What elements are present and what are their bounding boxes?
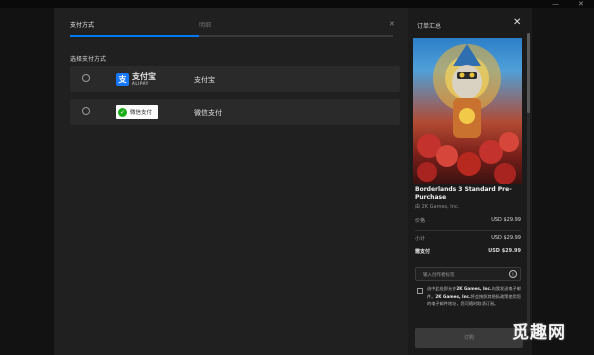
total-value: USD $29.99 <box>488 248 521 254</box>
checkout-panel: 支付方式 明细 ✕ 选择支付方式 支 支付宝 ALIPAY 支付宝 ✓ 微信支付… <box>54 8 409 355</box>
wechat-label: 微信支付 <box>194 109 222 117</box>
minimize-button[interactable]: — <box>552 0 559 8</box>
scrollbar-thumb[interactable] <box>527 33 530 113</box>
step-payment-method[interactable]: 支付方式 <box>70 22 94 29</box>
place-order-button[interactable]: 订购 <box>415 328 523 348</box>
price-row: 价格 USD $29.99 <box>415 217 521 224</box>
alipay-logo-cn: 支付宝 <box>132 72 156 81</box>
payment-method-heading: 选择支付方式 <box>70 56 107 63</box>
summary-close-icon[interactable]: ✕ <box>513 17 521 28</box>
wechat-icon: ✓ <box>118 107 127 117</box>
creator-tag-input[interactable]: 输入创作者标签 i <box>415 267 521 281</box>
cover-illustration <box>417 44 519 184</box>
subtotal-row: 小计 USD $29.99 <box>415 235 521 242</box>
game-publisher: 由 2K Games, Inc. <box>415 204 460 210</box>
wechat-pay-logo: ✓ 微信支付 <box>116 105 158 119</box>
payment-option-alipay[interactable]: 支 支付宝 ALIPAY 支付宝 <box>70 66 400 92</box>
checkout-progress <box>70 35 393 37</box>
total-row: 需支付 USD $29.99 <box>415 248 521 255</box>
alipay-radio[interactable] <box>82 74 90 82</box>
wechat-radio[interactable] <box>82 107 90 115</box>
checkout-steps: 支付方式 <box>70 20 94 29</box>
total-label: 需支付 <box>415 249 431 255</box>
price-label: 价格 <box>415 218 426 224</box>
payment-option-wechat[interactable]: ✓ 微信支付 微信支付 <box>70 99 400 125</box>
wechat-logo-text: 微信支付 <box>130 110 153 116</box>
order-summary-panel: 订单汇总 ✕ Borderlands 3 Standard Pre-Purcha… <box>408 8 532 355</box>
checkout-progress-fill <box>70 35 200 37</box>
info-icon[interactable]: i <box>509 270 517 278</box>
game-cover-art <box>413 38 522 184</box>
subtotal-value: USD $29.99 <box>491 235 521 241</box>
checkout-close-button[interactable]: ✕ <box>389 20 395 28</box>
creator-tag-placeholder: 输入创作者标签 <box>423 273 455 278</box>
alipay-icon: 支 <box>116 72 129 86</box>
window-close-button[interactable]: ✕ <box>578 0 584 8</box>
alipay-logo: 支 支付宝 ALIPAY <box>116 70 156 88</box>
email-consent-checkbox[interactable] <box>417 288 423 294</box>
alipay-logo-en: ALIPAY <box>132 81 149 86</box>
alipay-label: 支付宝 <box>194 76 215 84</box>
summary-divider <box>415 230 521 231</box>
step-details[interactable]: 明细 <box>199 20 211 29</box>
site-watermark: 觅趣网 <box>512 323 566 343</box>
game-title: Borderlands 3 Standard Pre-Purchase <box>415 186 512 201</box>
email-consent-text: 选中此处即允许2K Games, Inc.向我发送电子邮件。2K Games, … <box>427 286 521 306</box>
order-summary-title: 订单汇总 <box>417 23 442 30</box>
window-title-bar <box>0 0 594 8</box>
summary-scrollbar[interactable] <box>527 33 530 333</box>
price-value: USD $29.99 <box>491 217 521 223</box>
subtotal-label: 小计 <box>415 236 426 242</box>
